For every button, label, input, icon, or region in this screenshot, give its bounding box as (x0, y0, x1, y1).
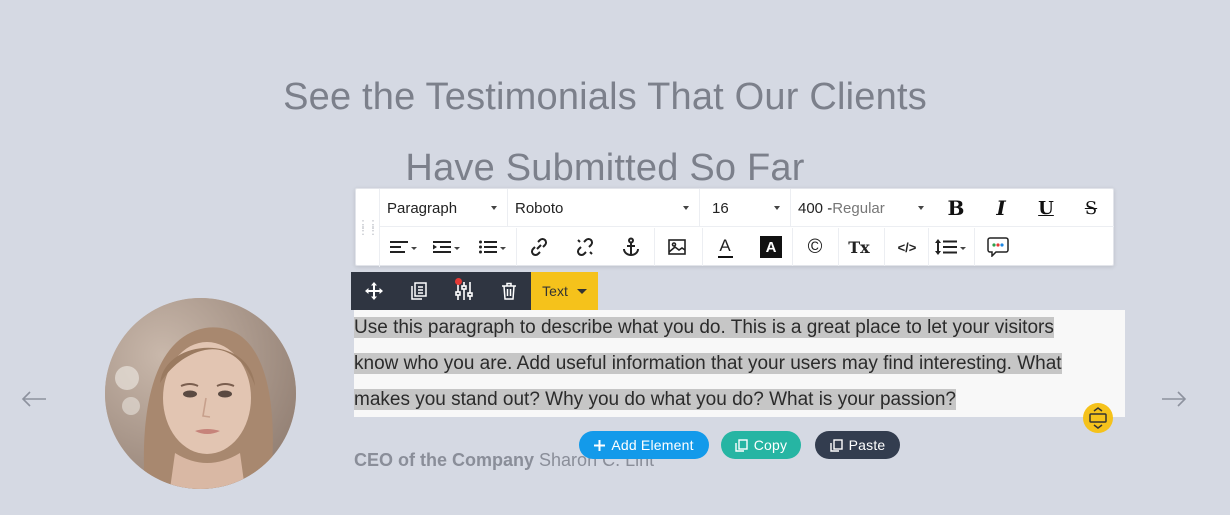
italic-button[interactable]: I (979, 189, 1023, 227)
speech-bubble-icon (987, 237, 1009, 257)
code-view-button[interactable]: </> (888, 228, 926, 266)
text-color-button[interactable]: A (706, 228, 744, 266)
copy-label: Copy (753, 437, 788, 453)
unlink-button[interactable] (566, 228, 604, 266)
insert-link-button[interactable] (520, 228, 558, 266)
chevron-down-icon (959, 246, 966, 250)
copy-icon (735, 438, 748, 452)
chevron-down-icon (410, 246, 417, 250)
chevron-down-icon (499, 246, 506, 250)
font-weight-select[interactable]: 400 - Regular (791, 189, 934, 227)
link-icon (530, 237, 548, 257)
previous-testimonial-button[interactable] (19, 384, 49, 414)
element-type-dropdown[interactable]: Text (531, 272, 598, 310)
underline-button[interactable]: U (1024, 189, 1068, 227)
caret-down-icon (576, 288, 587, 294)
font-weight-name: Regular (832, 199, 885, 217)
testimonial-avatar (105, 298, 296, 489)
block-type-select[interactable]: Paragraph (380, 189, 508, 227)
insert-image-button[interactable] (658, 228, 696, 266)
notification-dot (455, 278, 462, 285)
testimonial-paragraph[interactable]: Use this paragraph to describe what you … (354, 310, 1114, 418)
duplicate-element-button[interactable] (396, 272, 441, 310)
paste-icon (829, 438, 843, 452)
element-settings-button[interactable] (441, 272, 486, 310)
resize-handle[interactable] (1083, 403, 1113, 433)
indent-dropdown-button[interactable] (428, 228, 464, 266)
toolbar-row-1: Paragraph Roboto 16 400 - Regular B I U S (380, 189, 1114, 227)
block-type-value: Paragraph (387, 199, 458, 217)
section-heading-line-1: See the Testimonials That Our Clients (283, 76, 927, 118)
paragraph-line-1: Use this paragraph to describe what you … (354, 317, 1054, 338)
divider (654, 228, 655, 266)
divider (974, 228, 975, 266)
special-character-button[interactable]: © (796, 228, 834, 266)
code-icon: </> (897, 239, 917, 255)
divider (792, 228, 793, 266)
list-dropdown-button[interactable] (474, 228, 510, 266)
font-family-value: Roboto (515, 199, 564, 217)
chevron-down-icon (918, 206, 924, 210)
chevron-down-icon (491, 206, 497, 210)
indent-icon (432, 241, 451, 253)
chevron-down-icon (683, 206, 689, 210)
delete-element-button[interactable] (486, 272, 531, 310)
bullet-list-icon (478, 240, 497, 254)
duplicate-icon (410, 282, 427, 300)
background-color-button[interactable]: A (752, 228, 790, 266)
anchor-icon (623, 237, 639, 256)
emoji-button[interactable] (978, 228, 1018, 266)
chevron-down-icon (453, 246, 460, 250)
add-element-button[interactable]: Add Element (579, 431, 709, 459)
paragraph-line-3: makes you stand out? Why you do what you… (354, 389, 956, 410)
line-height-dropdown-button[interactable] (930, 228, 970, 266)
author-role: CEO of the Company (354, 450, 535, 470)
trash-icon (501, 282, 516, 300)
divider (928, 228, 929, 266)
font-size-select[interactable]: 16 (700, 189, 791, 227)
font-weight-number: 400 - (798, 199, 833, 217)
paste-button[interactable]: Paste (815, 431, 900, 459)
arrow-left-icon (21, 391, 46, 407)
align-left-icon (389, 241, 408, 253)
anchor-button[interactable] (612, 228, 650, 266)
line-height-icon (934, 239, 957, 255)
next-testimonial-button[interactable] (1159, 384, 1189, 414)
toolbar-drag-handle[interactable]: ⋮⋮ ⋮⋮ (356, 189, 380, 267)
element-toolbar: Text (351, 272, 598, 310)
chevron-down-icon (774, 206, 780, 210)
section-heading-line-2: Have Submitted So Far (405, 147, 805, 189)
copyright-icon: © (807, 235, 823, 258)
divider (516, 228, 517, 266)
text-format-toolbar: ⋮⋮ ⋮⋮ Paragraph Roboto 16 400 - Regular B … (355, 188, 1114, 267)
text-color-icon: A (719, 235, 731, 255)
image-icon (668, 239, 686, 255)
toolbar-row-2: A A © Tx </> (380, 228, 1114, 266)
clear-format-icon: Tx (848, 237, 870, 257)
divider (884, 228, 885, 266)
plus-icon (594, 439, 606, 451)
font-size-value: 16 (712, 199, 729, 217)
copy-button[interactable]: Copy (721, 431, 801, 459)
background-color-icon: A (760, 236, 782, 258)
portrait-image (105, 298, 296, 489)
unlink-icon (576, 237, 594, 257)
text-color-swatch (717, 255, 733, 258)
element-type-label: Text (542, 283, 568, 299)
clear-formatting-button[interactable]: Tx (840, 228, 878, 266)
divider (838, 228, 839, 266)
bold-button[interactable]: B (934, 189, 978, 227)
font-family-select[interactable]: Roboto (508, 189, 700, 227)
divider (702, 228, 703, 266)
paragraph-line-2: know who you are. Add useful information… (354, 353, 1062, 374)
align-dropdown-button[interactable] (386, 228, 420, 266)
move-element-button[interactable] (351, 272, 396, 310)
add-element-label: Add Element (611, 437, 694, 453)
move-icon (364, 282, 383, 300)
paste-label: Paste (848, 437, 886, 453)
arrow-right-icon (1162, 391, 1187, 407)
vertical-resize-icon (1089, 407, 1107, 429)
strikethrough-button[interactable]: S (1069, 189, 1113, 227)
